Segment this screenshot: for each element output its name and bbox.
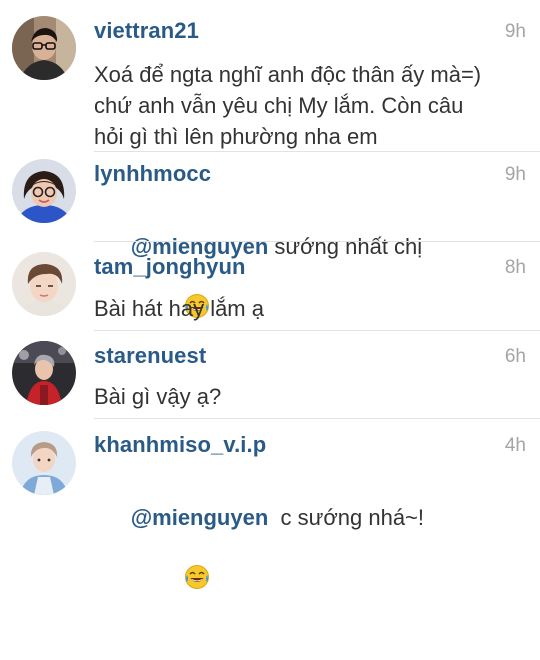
comment-item: lynhhmocc 9h @mienguyen sướng nhất chị <box>0 152 540 318</box>
comment-item: starenuest 6h Bài gì vậy ạ? <box>0 331 540 419</box>
comment-username[interactable]: khanhmiso_v.i.p <box>94 432 266 458</box>
comment-timestamp: 8h <box>504 257 526 278</box>
avatar[interactable] <box>12 159 76 223</box>
comment-timestamp: 9h <box>504 21 526 42</box>
avatar[interactable] <box>12 16 76 80</box>
comment-item: tam_jonghyun 8h Bài hát hay lắm ạ <box>0 242 540 331</box>
comment-username[interactable]: viettran21 <box>94 18 199 44</box>
comment-timestamp: 9h <box>504 164 526 185</box>
avatar[interactable] <box>12 431 76 495</box>
comment-text: Bài hát hay lắm ạ <box>94 296 264 321</box>
comment-timestamp: 4h <box>504 435 526 456</box>
comment-item: viettran21 9h Xoá để ngta nghĩ anh độc t… <box>0 0 540 152</box>
avatar-girl-glasses-icon <box>12 159 76 223</box>
mention-link[interactable]: @mienguyen <box>131 505 269 530</box>
tears-of-joy-emoji-icon <box>135 533 210 629</box>
comment-username[interactable]: starenuest <box>94 343 206 369</box>
comment-username[interactable]: tam_jonghyun <box>94 254 246 280</box>
avatar-performer-red-icon <box>12 341 76 405</box>
avatar-person-blue-icon <box>12 431 76 495</box>
comment-text-body: c sướng nhá~! <box>268 505 425 530</box>
comment-text: Bài gì vậy ạ? <box>94 384 222 409</box>
comment-list: viettran21 9h Xoá để ngta nghĩ anh độc t… <box>0 0 540 589</box>
comment-username[interactable]: lynhhmocc <box>94 161 211 187</box>
comment-timestamp: 6h <box>504 346 526 367</box>
comment-text: Xoá để ngta nghĩ anh độc thân ấy mà=) ch… <box>94 62 482 149</box>
comment-item: khanhmiso_v.i.p 4h @mienguyen c sướng nh… <box>0 419 540 589</box>
avatar[interactable] <box>12 252 76 316</box>
avatar[interactable] <box>12 341 76 405</box>
avatar-man-glasses-icon <box>12 16 76 80</box>
avatar-young-man-icon <box>12 252 76 316</box>
comment-text: @mienguyen c sướng nhá~! <box>94 471 528 660</box>
